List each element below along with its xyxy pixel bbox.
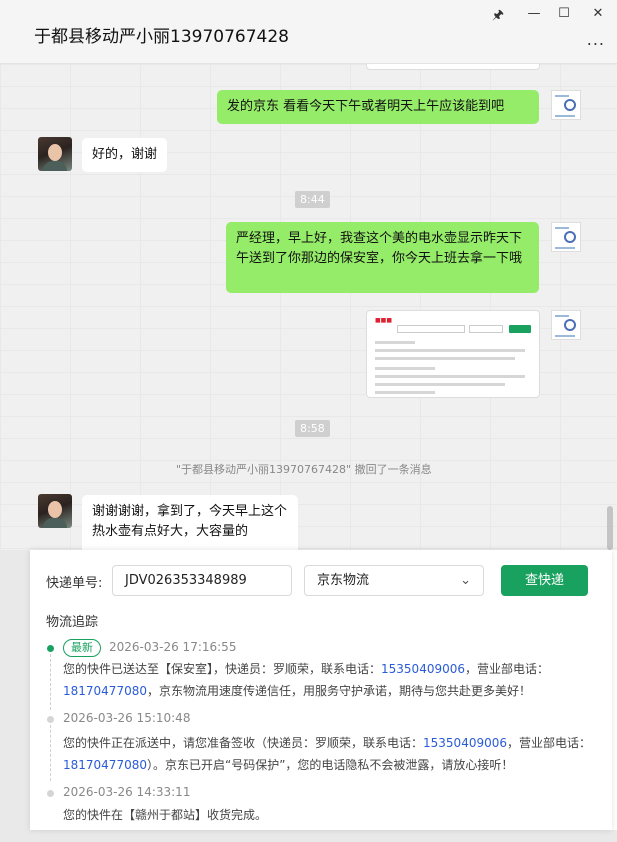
chat-scrollbar[interactable] <box>607 506 613 550</box>
event-date: 2026-03-26 14:33:11 <box>63 785 191 799</box>
tracking-number-input[interactable]: JDV026353348989 <box>112 565 292 596</box>
message-bubble-outgoing[interactable]: 严经理，早上好，我查这个美的电水壶显示昨天下午送到了你那边的保安室，你今天上班去… <box>226 222 539 293</box>
timeline-dot <box>47 716 54 723</box>
timestamp: 8:44 <box>295 191 330 208</box>
event-text: 您的快件正在派送中，请您准备签收（快递员：罗顺荣，联系电话：1535040900… <box>63 736 592 772</box>
carrier-select[interactable]: 京东物流 ⌄ <box>304 565 484 596</box>
recall-notice: "于都县移动严小丽13970767428" 撤回了一条消息 <box>176 463 432 476</box>
close-icon[interactable]: ✕ <box>588 6 608 21</box>
timeline-dot <box>47 790 54 797</box>
avatar-self[interactable] <box>551 222 581 252</box>
maximize-icon[interactable]: ☐ <box>554 6 574 21</box>
courier-phone-link[interactable]: 15350409006 <box>423 736 507 750</box>
bottom-margin <box>0 830 617 842</box>
message-bubble-incoming[interactable]: 谢谢谢谢，拿到了，今天早上这个热水壶有点好大，大容量的 <box>82 495 298 550</box>
more-options-icon[interactable]: ... <box>587 30 605 49</box>
minimize-icon[interactable]: — <box>524 6 544 21</box>
previous-card-edge <box>366 64 540 70</box>
pin-icon[interactable]: 🖈 <box>488 6 508 28</box>
left-margin <box>0 550 30 842</box>
screenshot-logo-icon: ■■■ <box>375 317 393 324</box>
tracking-panel: 快递单号: JDV026353348989 京东物流 ⌄ 查快递 物流追踪 最新… <box>30 550 612 830</box>
carrier-value: 京东物流 <box>317 573 370 588</box>
avatar-self[interactable] <box>551 90 581 120</box>
timeline-line <box>50 654 51 710</box>
branch-phone-link[interactable]: 18170477080 <box>63 684 147 698</box>
event-date: 最新 2026-03-26 17:16:55 <box>63 639 236 657</box>
courier-phone-link[interactable]: 15350409006 <box>381 662 465 676</box>
chat-area[interactable]: 发的京东 看看今天下午或者明天上午应该能到吧 好的，谢谢 8:44 严经理，早上… <box>0 64 617 550</box>
event-text: 您的快件在【赣州于都站】收货完成。 <box>63 808 268 822</box>
branch-phone-link[interactable]: 18170477080 <box>63 758 147 772</box>
message-bubble-incoming[interactable]: 好的，谢谢 <box>82 138 168 172</box>
avatar-contact[interactable] <box>38 137 72 171</box>
timestamp: 8:58 <box>295 420 330 437</box>
tracking-number-label: 快递单号: <box>46 576 103 591</box>
query-button[interactable]: 查快递 <box>501 565 588 596</box>
latest-badge: 最新 <box>63 639 101 657</box>
timeline-line <box>50 725 51 781</box>
shared-screenshot[interactable]: ■■■ <box>366 310 540 398</box>
chat-title: 于都县移动严小丽13970767428 <box>34 27 289 47</box>
timeline-dot-latest <box>47 645 54 652</box>
event-date: 2026-03-26 15:10:48 <box>63 711 191 725</box>
avatar-contact[interactable] <box>38 494 72 528</box>
chevron-down-icon: ⌄ <box>460 573 471 588</box>
tracking-section-title: 物流追踪 <box>46 615 99 630</box>
background-grid <box>0 64 617 550</box>
title-bar: 于都县移动严小丽13970767428 🖈 — ☐ ✕ ... <box>0 0 617 64</box>
event-text: 您的快件已送达至【保安室】，快递员：罗顺荣，联系电话：15350409006，营… <box>63 662 550 698</box>
message-bubble-outgoing[interactable]: 发的京东 看看今天下午或者明天上午应该能到吧 <box>217 90 539 124</box>
avatar-self[interactable] <box>551 310 581 340</box>
